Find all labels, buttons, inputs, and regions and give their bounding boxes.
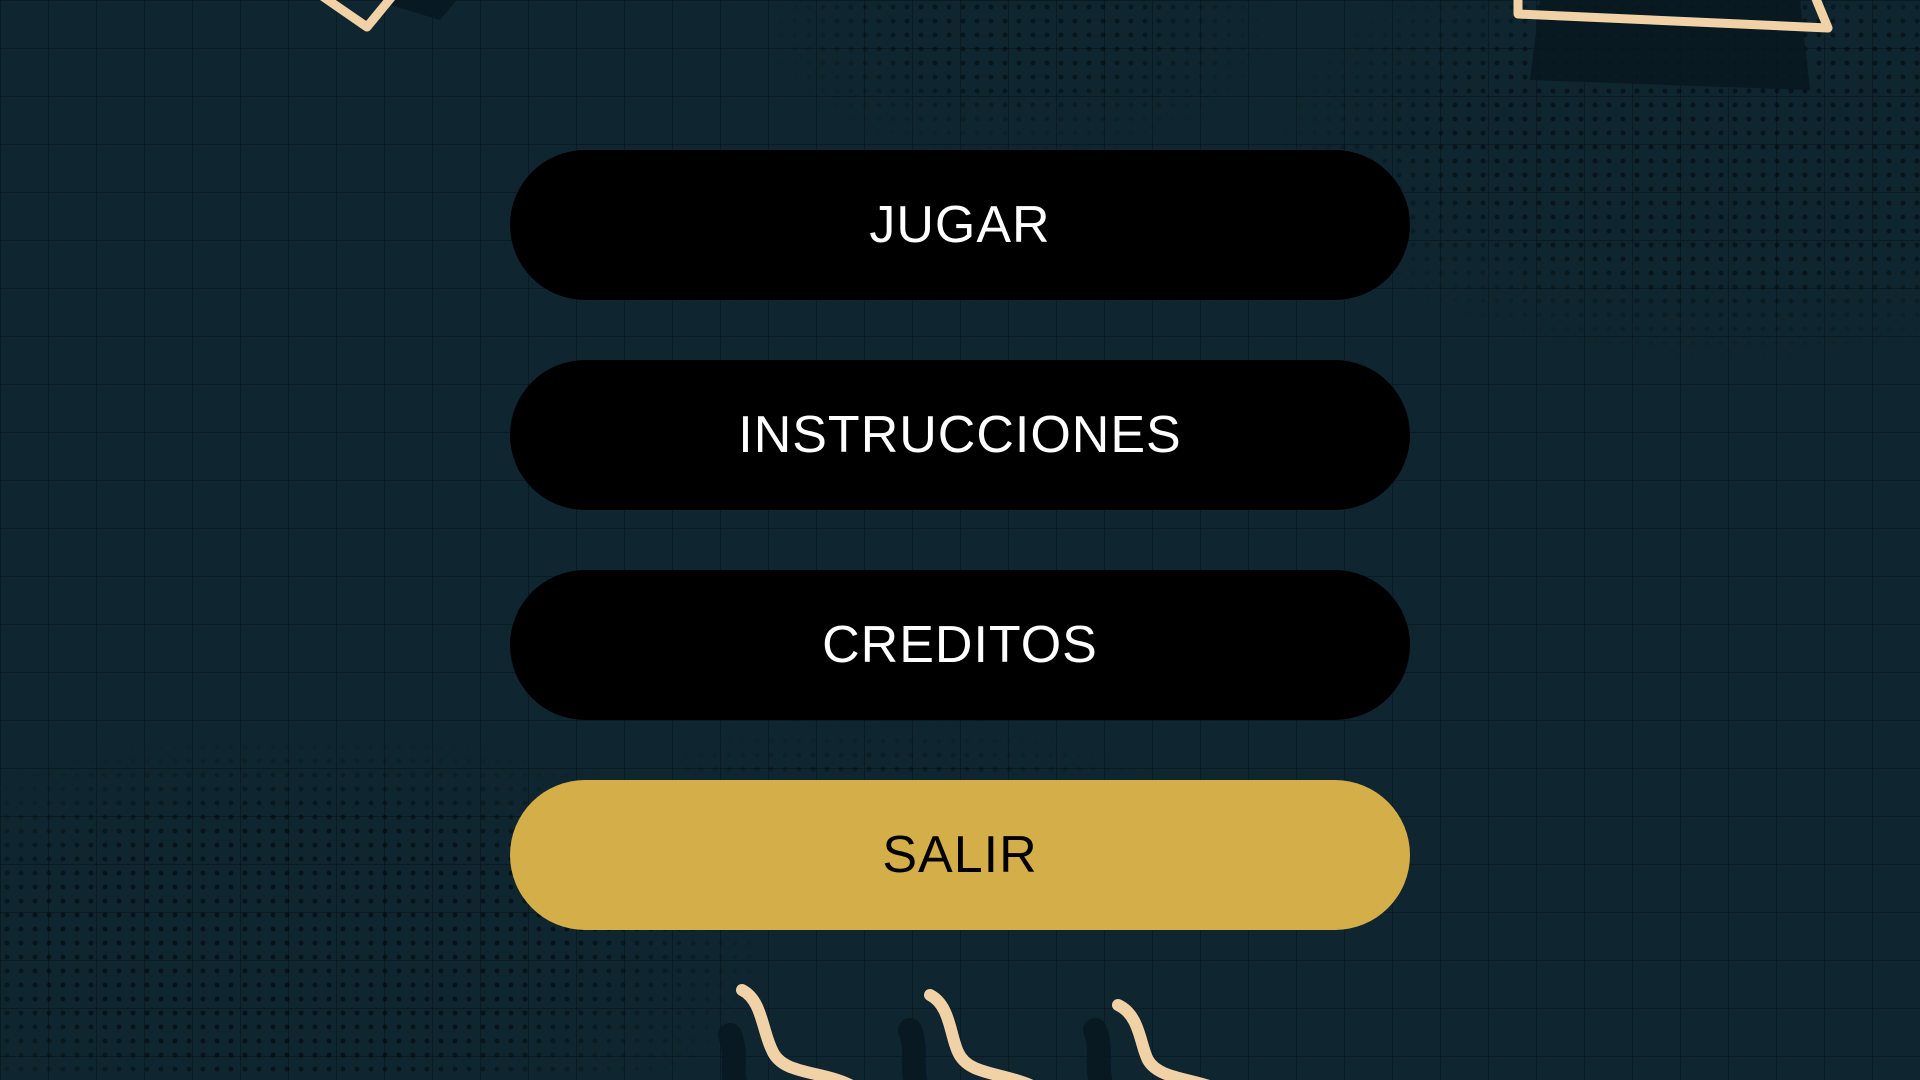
main-menu: JUGAR INSTRUCCIONES CREDITOS SALIR [510,150,1410,990]
diamond-outline-shape [319,0,457,32]
halftone-texture-top-center [760,0,1280,160]
exit-button[interactable]: SALIR [510,780,1410,930]
play-button[interactable]: JUGAR [510,150,1410,300]
triangle-outline-shape [1513,0,1833,90]
squiggle-shape [736,984,854,1080]
credits-button[interactable]: CREDITOS [510,570,1410,720]
squiggle-shape [924,989,1034,1080]
squiggle-shape [1112,999,1210,1080]
instructions-button[interactable]: INSTRUCCIONES [510,360,1410,510]
